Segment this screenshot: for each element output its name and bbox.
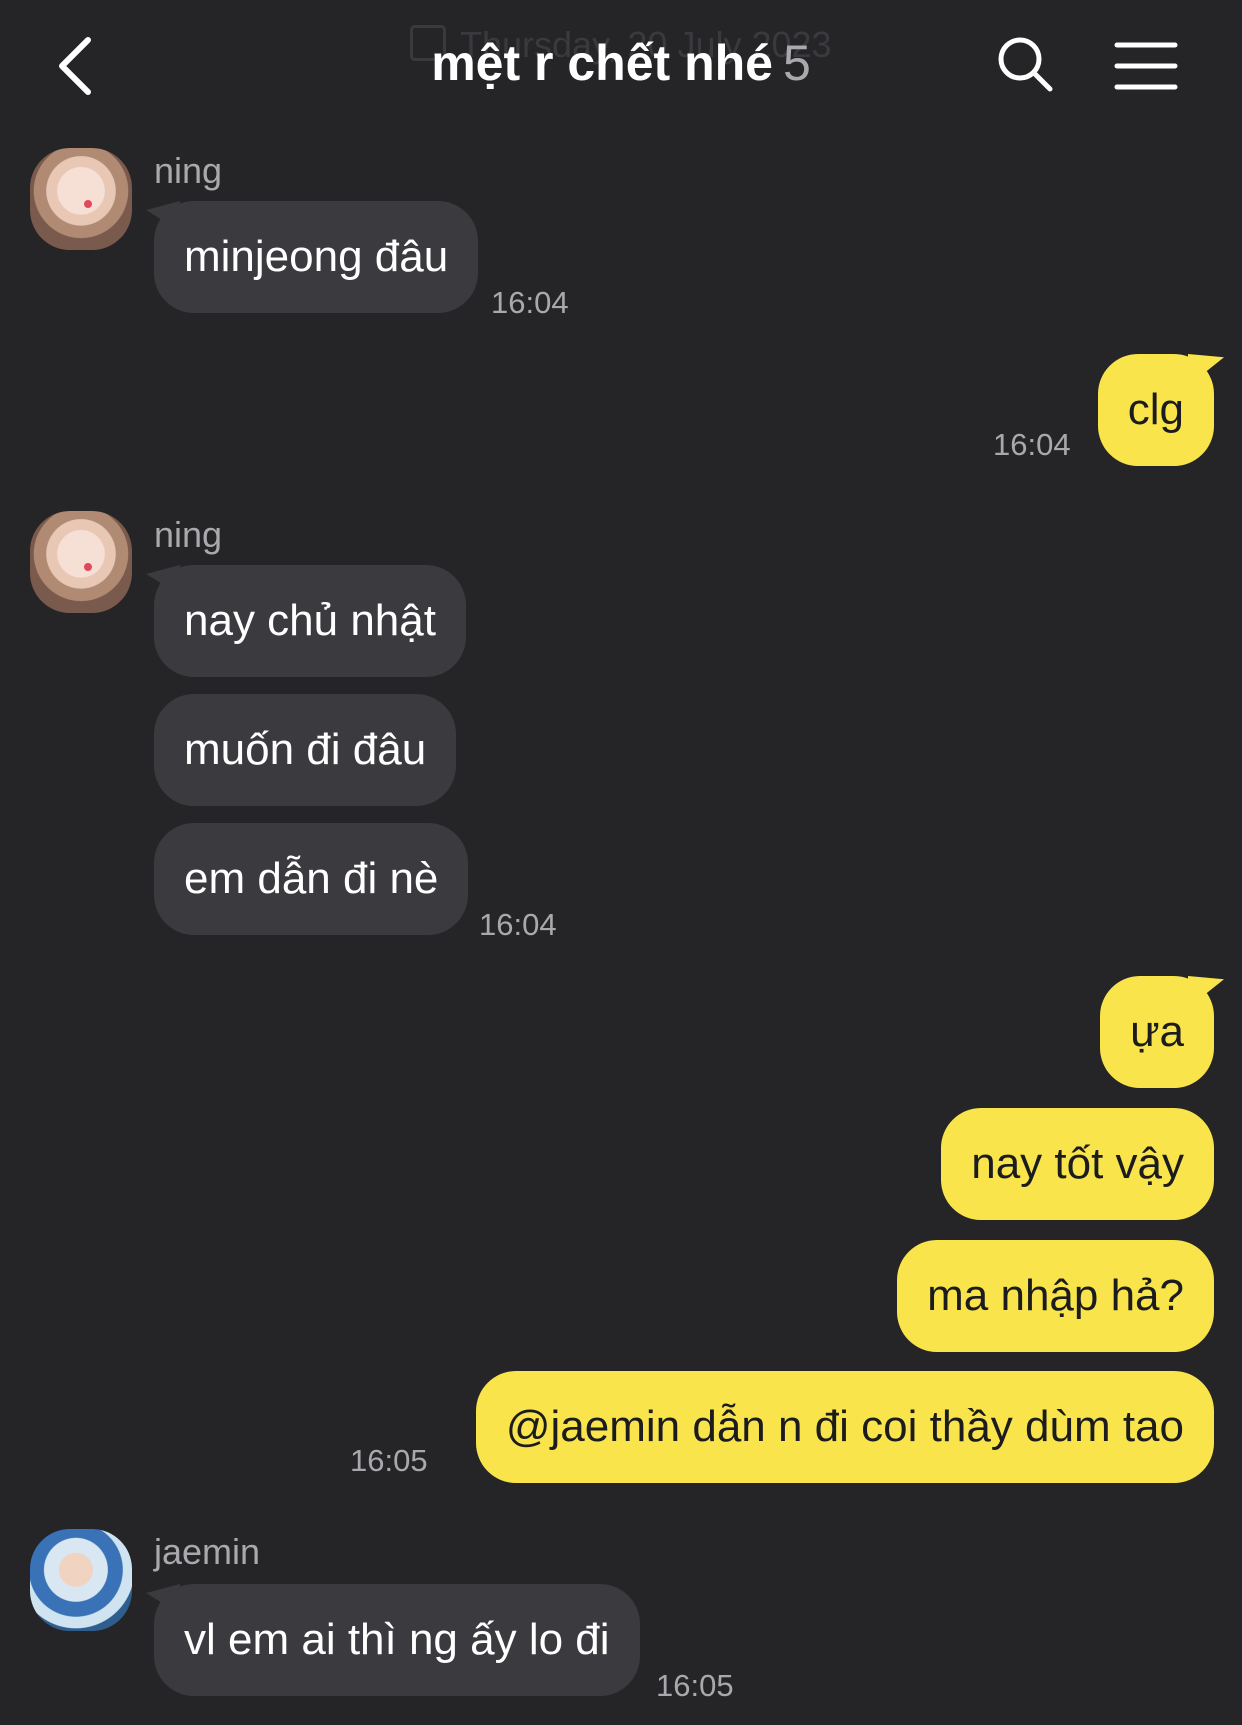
message-time: 16:05 [350, 1443, 428, 1478]
message-bubble-outgoing[interactable]: ma nhập hả? [897, 1240, 1214, 1352]
sender-name: ning [154, 150, 223, 191]
message-bubble-outgoing[interactable]: nay tốt vậy [941, 1108, 1214, 1220]
search-button[interactable] [995, 34, 1055, 94]
avatar-ning[interactable] [30, 148, 132, 250]
chat-title: mệt r chết nhé 5 [300, 34, 942, 92]
member-count: 5 [782, 35, 811, 91]
search-icon [998, 37, 1053, 92]
message-bubble-incoming[interactable]: muốn đi đâu [154, 694, 457, 806]
message-bubble-outgoing[interactable]: clg [1097, 354, 1214, 466]
message-bubble-incoming[interactable]: nay chủ nhật [154, 565, 466, 677]
menu-button[interactable] [1114, 40, 1178, 92]
avatar-ning[interactable] [30, 511, 132, 613]
back-button[interactable] [50, 30, 110, 102]
message-bubble-incoming[interactable]: vl em ai thì ng ấy lo đi [154, 1584, 640, 1696]
chat-header: Thursday, 20 July 2023 mệt r chết nhé 5 [0, 0, 1242, 130]
avatar-jaemin[interactable] [30, 1529, 132, 1631]
message-bubble-incoming[interactable]: em dẫn đi nè [154, 823, 469, 935]
chat-title-text: mệt r chết nhé [431, 35, 773, 91]
message-bubble-outgoing[interactable]: ựa [1100, 976, 1214, 1088]
sender-name: ning [154, 514, 223, 555]
message-bubble-incoming[interactable]: minjeong đâu [154, 201, 479, 313]
message-bubble-outgoing[interactable]: @jaemin dẫn n đi coi thầy dùm tao [475, 1371, 1214, 1483]
hamburger-menu-icon [1114, 42, 1178, 90]
sender-name: jaemin [154, 1531, 261, 1572]
message-time: 16:04 [479, 907, 557, 942]
message-time: 16:04 [993, 427, 1071, 462]
chevron-left-icon [59, 37, 91, 95]
message-time: 16:05 [656, 1668, 734, 1703]
message-time: 16:04 [491, 285, 569, 320]
